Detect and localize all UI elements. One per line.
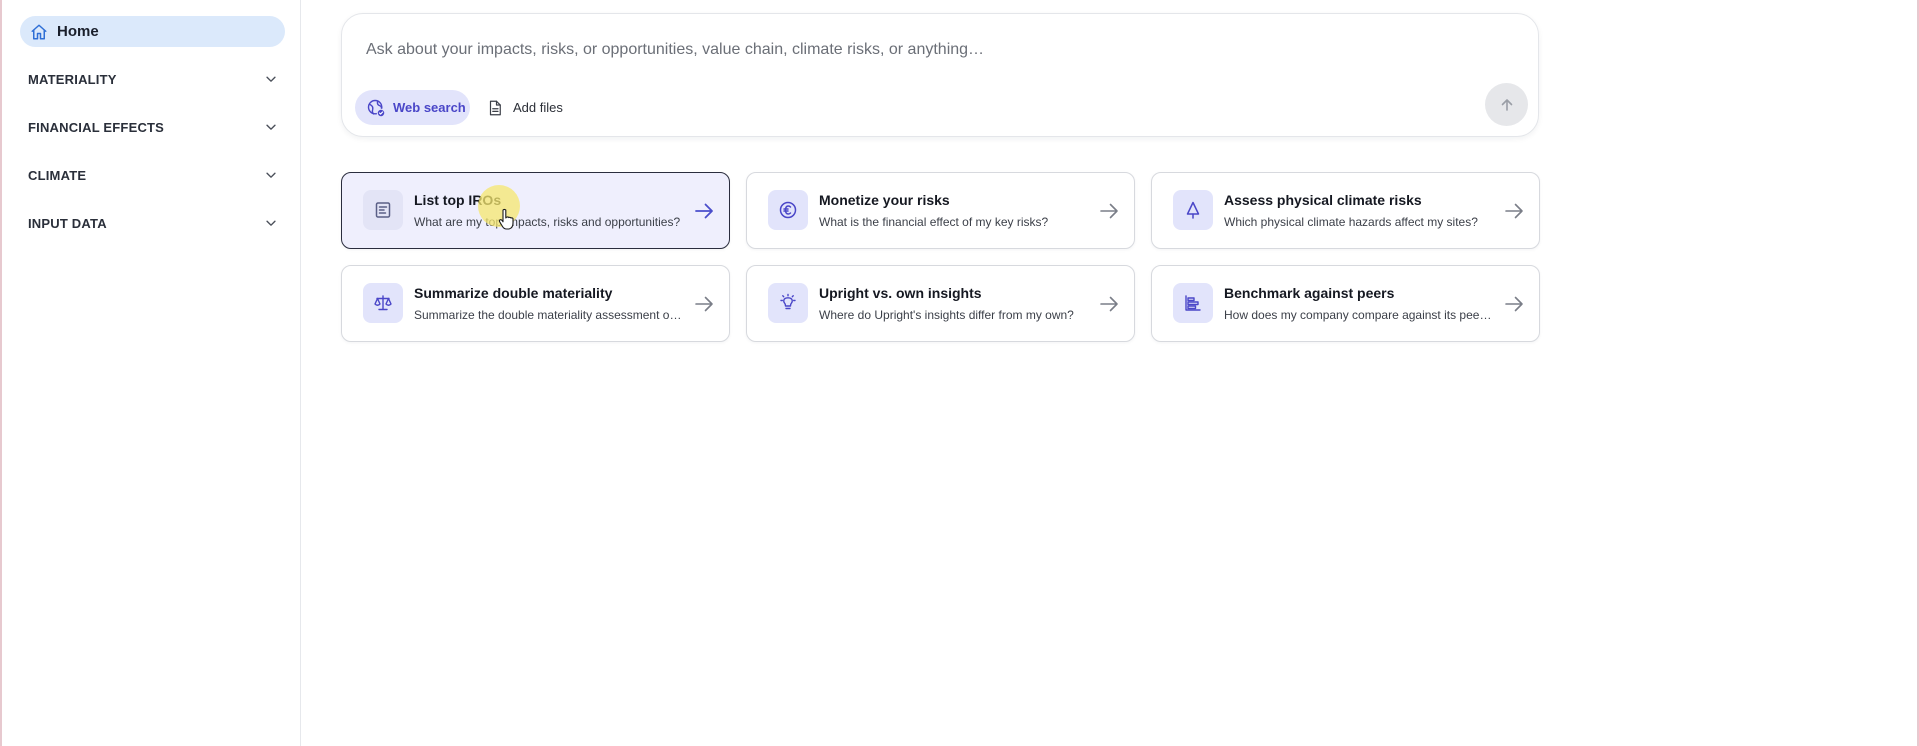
lightbulb-icon bbox=[780, 293, 796, 310]
sidebar-section-input-data[interactable]: INPUT DATA bbox=[28, 212, 278, 234]
sidebar-section-climate[interactable]: CLIMATE bbox=[28, 164, 278, 186]
card-icon-box bbox=[1173, 283, 1213, 323]
document-list-icon bbox=[375, 202, 391, 218]
card-icon-box bbox=[363, 190, 403, 230]
card-title: Monetize your risks bbox=[819, 192, 950, 208]
card-title: Benchmark against peers bbox=[1224, 285, 1395, 301]
arrow-right-icon bbox=[1100, 296, 1118, 312]
arrow-right-icon bbox=[695, 203, 713, 219]
card-title: Summarize double materiality bbox=[414, 285, 613, 301]
card-title: Upright vs. own insights bbox=[819, 285, 982, 301]
suggestion-card-upright-vs-own-insights[interactable]: Upright vs. own insights Where do Uprigh… bbox=[746, 265, 1135, 342]
card-icon-box bbox=[363, 283, 403, 323]
chevron-down-icon bbox=[266, 220, 276, 226]
card-subtitle: Where do Upright's insights differ from … bbox=[819, 308, 1074, 322]
web-search-label: Web search bbox=[393, 100, 466, 115]
add-files-button[interactable]: Add files bbox=[486, 90, 563, 125]
euro-coin-icon bbox=[779, 201, 797, 219]
home-icon bbox=[31, 24, 47, 39]
card-icon-box bbox=[1173, 190, 1213, 230]
card-subtitle: What are my top impacts, risks and oppor… bbox=[414, 215, 681, 229]
arrow-right-icon bbox=[1505, 296, 1523, 312]
card-title: List top IROs bbox=[414, 192, 502, 208]
add-files-label: Add files bbox=[513, 100, 563, 115]
sidebar-section-materiality[interactable]: MATERIALITY bbox=[28, 68, 278, 90]
card-icon-box bbox=[768, 283, 808, 323]
prompt-input[interactable] bbox=[364, 36, 1488, 64]
suggestion-card-physical-climate-risks[interactable]: Assess physical climate risks Which phys… bbox=[1151, 172, 1540, 249]
suggestion-card-summarize-double-materiality[interactable]: Summarize double materiality Summarize t… bbox=[341, 265, 730, 342]
chevron-down-icon bbox=[266, 124, 276, 130]
chevron-down-icon bbox=[266, 76, 276, 82]
sidebar-section-label: CLIMATE bbox=[28, 167, 87, 183]
bar-chart-icon bbox=[1185, 295, 1201, 311]
send-button[interactable] bbox=[1485, 83, 1528, 126]
card-subtitle: How does my company compare against its … bbox=[1224, 308, 1492, 322]
arrow-up-icon bbox=[1501, 98, 1512, 111]
card-subtitle: Summarize the double materiality assessm… bbox=[414, 308, 682, 322]
tree-icon bbox=[1186, 201, 1200, 219]
sidebar-section-label: INPUT DATA bbox=[28, 215, 107, 231]
card-subtitle: Which physical climate hazards affect my… bbox=[1224, 215, 1478, 229]
scales-icon bbox=[374, 295, 392, 311]
sidebar-section-label: MATERIALITY bbox=[28, 71, 117, 87]
suggestion-card-monetize-risks[interactable]: Monetize your risks What is the financia… bbox=[746, 172, 1135, 249]
arrow-right-icon bbox=[1505, 203, 1523, 219]
suggestion-card-benchmark-against-peers[interactable]: Benchmark against peers How does my comp… bbox=[1151, 265, 1540, 342]
card-subtitle: What is the financial effect of my key r… bbox=[819, 215, 1049, 229]
sidebar-item-label: Home bbox=[57, 23, 99, 40]
web-search-toggle[interactable]: Web search bbox=[355, 90, 470, 125]
sidebar: Home MATERIALITY FINANCIAL EFFECTS CLIMA… bbox=[2, 0, 301, 746]
suggestion-card-list-top-iros[interactable]: List top IROs What are my top impacts, r… bbox=[341, 172, 730, 249]
sidebar-section-label: FINANCIAL EFFECTS bbox=[28, 119, 165, 135]
chevron-down-icon bbox=[266, 172, 276, 178]
card-title: Assess physical climate risks bbox=[1224, 192, 1422, 208]
prompt-composer: Web search Add files bbox=[341, 13, 1539, 137]
globe-check-icon bbox=[367, 99, 386, 117]
card-icon-box bbox=[768, 190, 808, 230]
sidebar-section-financial-effects[interactable]: FINANCIAL EFFECTS bbox=[28, 116, 278, 138]
document-icon bbox=[489, 100, 501, 115]
arrow-right-icon bbox=[695, 296, 713, 312]
arrow-right-icon bbox=[1100, 203, 1118, 219]
sidebar-item-home[interactable]: Home bbox=[20, 16, 285, 47]
